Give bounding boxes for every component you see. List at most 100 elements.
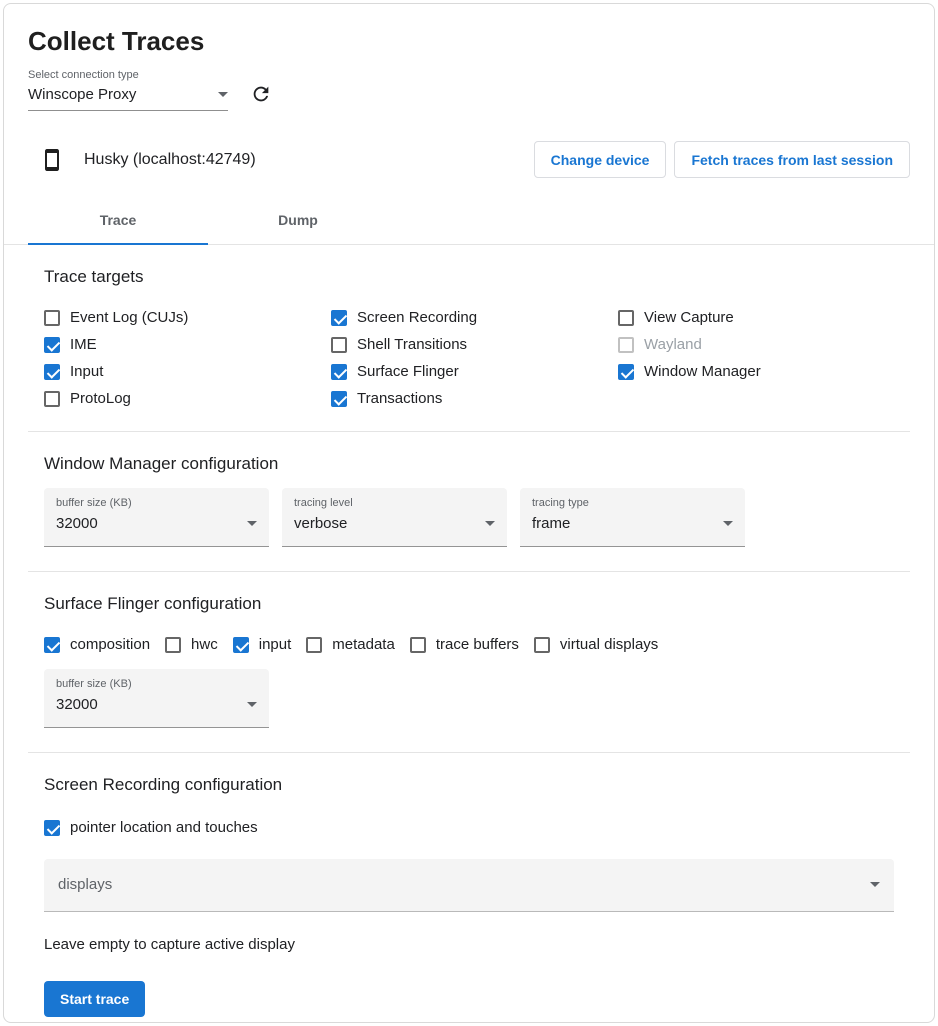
trace-targets-grid: Event Log (CUJs) IME Input ProtoLog [44,309,894,407]
trace-target-transactions[interactable]: Transactions [331,390,618,407]
checkbox-icon [331,337,347,353]
chevron-down-icon [247,702,257,707]
sf-option-hwc[interactable]: hwc [165,636,218,653]
sf-option-virtual-displays[interactable]: virtual displays [534,636,658,653]
trace-target-window-manager[interactable]: Window Manager [618,363,761,380]
checkbox-label: Surface Flinger [357,363,459,380]
field-value: frame [532,515,570,532]
tab-dump[interactable]: Dump [208,196,388,244]
checkbox-label: virtual displays [560,636,658,653]
tab-trace[interactable]: Trace [28,196,208,244]
trace-target-surface-flinger[interactable]: Surface Flinger [331,363,618,380]
trace-target-shell-transitions[interactable]: Shell Transitions [331,336,618,353]
sf-config-title: Surface Flinger configuration [44,594,894,614]
trace-targets-column: Event Log (CUJs) IME Input ProtoLog [44,309,331,407]
start-trace-button[interactable]: Start trace [44,981,145,1017]
chevron-down-icon [870,882,880,887]
trace-targets-column: Screen Recording Shell Transitions Surfa… [331,309,618,407]
tab-bar: Trace Dump [4,196,934,245]
checkbox-label: input [259,636,292,653]
chevron-down-icon [247,521,257,526]
chevron-down-icon [485,521,495,526]
checkbox-icon [44,310,60,326]
displays-hint-text: Leave empty to capture active display [44,936,894,953]
collect-traces-card: Collect Traces Select connection type Wi… [3,3,935,1023]
sf-option-composition[interactable]: composition [44,636,150,653]
field-value: 32000 [56,696,98,713]
section-surface-flinger-config: Surface Flinger configuration compositio… [44,572,894,753]
sf-option-input[interactable]: input [233,636,292,653]
section-trace-targets: Trace targets Event Log (CUJs) IME Input [44,245,894,432]
refresh-button[interactable] [248,81,274,107]
checkbox-icon [44,820,60,836]
trace-target-screen-recording[interactable]: Screen Recording [331,309,618,326]
field-value: verbose [294,515,347,532]
checkbox-icon [233,637,249,653]
connection-type-select[interactable]: Select connection type Winscope Proxy [28,69,228,111]
pointer-option-row: pointer location and touches [44,819,894,841]
checkbox-icon [44,391,60,407]
connection-type-value: Winscope Proxy [28,86,136,103]
header: Collect Traces Select connection type Wi… [4,4,934,111]
checkbox-label: Screen Recording [357,309,477,326]
checkbox-icon [534,637,550,653]
checkbox-label: hwc [191,636,218,653]
checkbox-label: Shell Transitions [357,336,467,353]
connection-type-label: Select connection type [28,69,228,81]
checkbox-label: Window Manager [644,363,761,380]
sf-buffer-size-select[interactable]: buffer size (KB) 32000 [44,669,269,728]
checkbox-label: View Capture [644,309,734,326]
sf-option-metadata[interactable]: metadata [306,636,395,653]
checkbox-icon [44,337,60,353]
sf-option-trace-buffers[interactable]: trace buffers [410,636,519,653]
trace-targets-column: View Capture Wayland Window Manager [618,309,761,407]
device-row: Husky (localhost:42749) Change device Fe… [4,141,934,178]
trace-target-view-capture[interactable]: View Capture [618,309,761,326]
checkbox-icon [618,310,634,326]
trace-target-ime[interactable]: IME [44,336,331,353]
sr-option-pointer-location[interactable]: pointer location and touches [44,819,258,836]
checkbox-icon [44,364,60,380]
chevron-down-icon [723,521,733,526]
trace-target-input[interactable]: Input [44,363,331,380]
checkbox-icon [331,364,347,380]
field-label: tracing level [294,497,495,509]
page-title: Collect Traces [28,26,910,57]
checkbox-icon [44,637,60,653]
wm-tracing-type-select[interactable]: tracing type frame [520,488,745,547]
checkbox-icon [331,391,347,407]
wm-config-fields: buffer size (KB) 32000 tracing level ver… [44,488,894,547]
tab-dump-label: Dump [278,212,318,228]
wm-buffer-size-select[interactable]: buffer size (KB) 32000 [44,488,269,547]
checkbox-label: Input [70,363,103,380]
checkbox-icon [165,637,181,653]
smartphone-icon [40,148,64,172]
change-device-button[interactable]: Change device [534,141,667,178]
tab-trace-label: Trace [100,212,137,228]
checkbox-label: trace buffers [436,636,519,653]
field-label: buffer size (KB) [56,678,257,690]
checkbox-label: IME [70,336,97,353]
sr-config-title: Screen Recording configuration [44,775,894,795]
checkbox-icon [331,310,347,326]
wm-tracing-level-select[interactable]: tracing level verbose [282,488,507,547]
field-label: tracing type [532,497,733,509]
checkbox-label: composition [70,636,150,653]
checkbox-icon [306,637,322,653]
field-label: buffer size (KB) [56,497,257,509]
checkbox-icon [618,337,634,353]
displays-select[interactable]: displays [44,859,894,912]
checkbox-label: Wayland [644,336,702,353]
checkbox-label: Transactions [357,390,442,407]
checkbox-label: pointer location and touches [70,819,258,836]
checkbox-label: metadata [332,636,395,653]
wm-config-title: Window Manager configuration [44,454,894,474]
checkbox-label: ProtoLog [70,390,131,407]
trace-target-protolog[interactable]: ProtoLog [44,390,331,407]
field-value: 32000 [56,515,98,532]
fetch-traces-button[interactable]: Fetch traces from last session [674,141,910,178]
trace-target-event-log-cujs[interactable]: Event Log (CUJs) [44,309,331,326]
sf-options-row: composition hwc input metadata trace buf… [44,636,894,653]
checkbox-icon [410,637,426,653]
connection-row: Select connection type Winscope Proxy [28,69,910,111]
